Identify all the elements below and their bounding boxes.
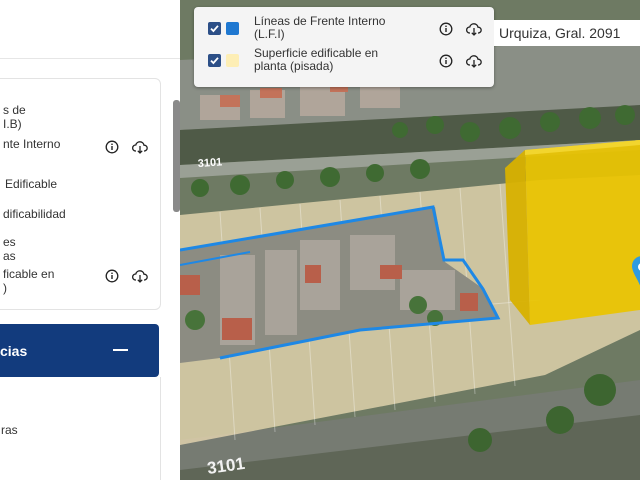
layer-label: nte Interno [3, 137, 61, 151]
info-icon[interactable] [438, 53, 454, 69]
accordion-header[interactable]: cias [0, 324, 159, 377]
list-item[interactable]: ras [1, 423, 18, 437]
layer-label: ficable en [3, 267, 55, 281]
layer-label: es [3, 235, 16, 249]
layer-item-5[interactable]: ficable en ) [3, 267, 54, 295]
layer-item-1[interactable]: nte Interno [3, 137, 60, 151]
legend-swatch [226, 54, 239, 67]
sidebar-header [0, 0, 180, 59]
legend-swatch [226, 22, 239, 35]
checkbox[interactable] [208, 54, 221, 67]
legend-panel: Líneas de Frente Interno (L.F.I) Superfi… [194, 7, 494, 87]
info-icon[interactable] [104, 268, 120, 284]
layer-label: as [3, 249, 16, 263]
legend-item-lfi[interactable]: Líneas de Frente Interno (L.F.I) [194, 13, 494, 45]
checkbox[interactable] [208, 22, 221, 35]
street-number-label: 3101 [197, 156, 222, 170]
legend-label-line: planta (pisada) [254, 59, 334, 73]
cloud-download-icon[interactable] [466, 21, 482, 37]
layer-item-2[interactable]: Edificable [5, 177, 57, 191]
layer-label: I.B) [3, 117, 22, 131]
legend-item-superficie[interactable]: Superficie edificable en planta (pisada) [194, 45, 494, 77]
sidebar: s de I.B) nte Interno Edificable dificab… [0, 0, 180, 480]
cloud-download-icon[interactable] [132, 268, 148, 284]
scrollbar-thumb[interactable] [173, 100, 180, 212]
accordion-content: ras [0, 377, 161, 480]
cloud-download-icon[interactable] [132, 139, 148, 155]
legend-label: Líneas de Frente Interno (L.F.I) [254, 15, 394, 41]
layer-item-0[interactable]: s de I.B) [3, 103, 26, 131]
address-label: Urquiza, Gral. 2091 [494, 20, 640, 46]
legend-label: Superficie edificable en planta (pisada) [254, 47, 394, 73]
layer-label: Edificable [5, 177, 58, 191]
layer-label: ) [3, 281, 7, 295]
layer-item-4[interactable]: es as [3, 235, 16, 263]
layer-item-3[interactable]: dificabilidad [3, 207, 66, 221]
info-icon[interactable] [104, 139, 120, 155]
layers-card: s de I.B) nte Interno Edificable dificab… [0, 78, 161, 310]
accordion-label: cias [0, 343, 28, 359]
layer-label: dificabilidad [3, 207, 66, 221]
layer-label: s de [3, 103, 26, 117]
collapse-icon[interactable] [113, 349, 128, 351]
cloud-download-icon[interactable] [466, 53, 482, 69]
info-icon[interactable] [438, 21, 454, 37]
legend-label-line: (L.F.I) [254, 27, 285, 41]
